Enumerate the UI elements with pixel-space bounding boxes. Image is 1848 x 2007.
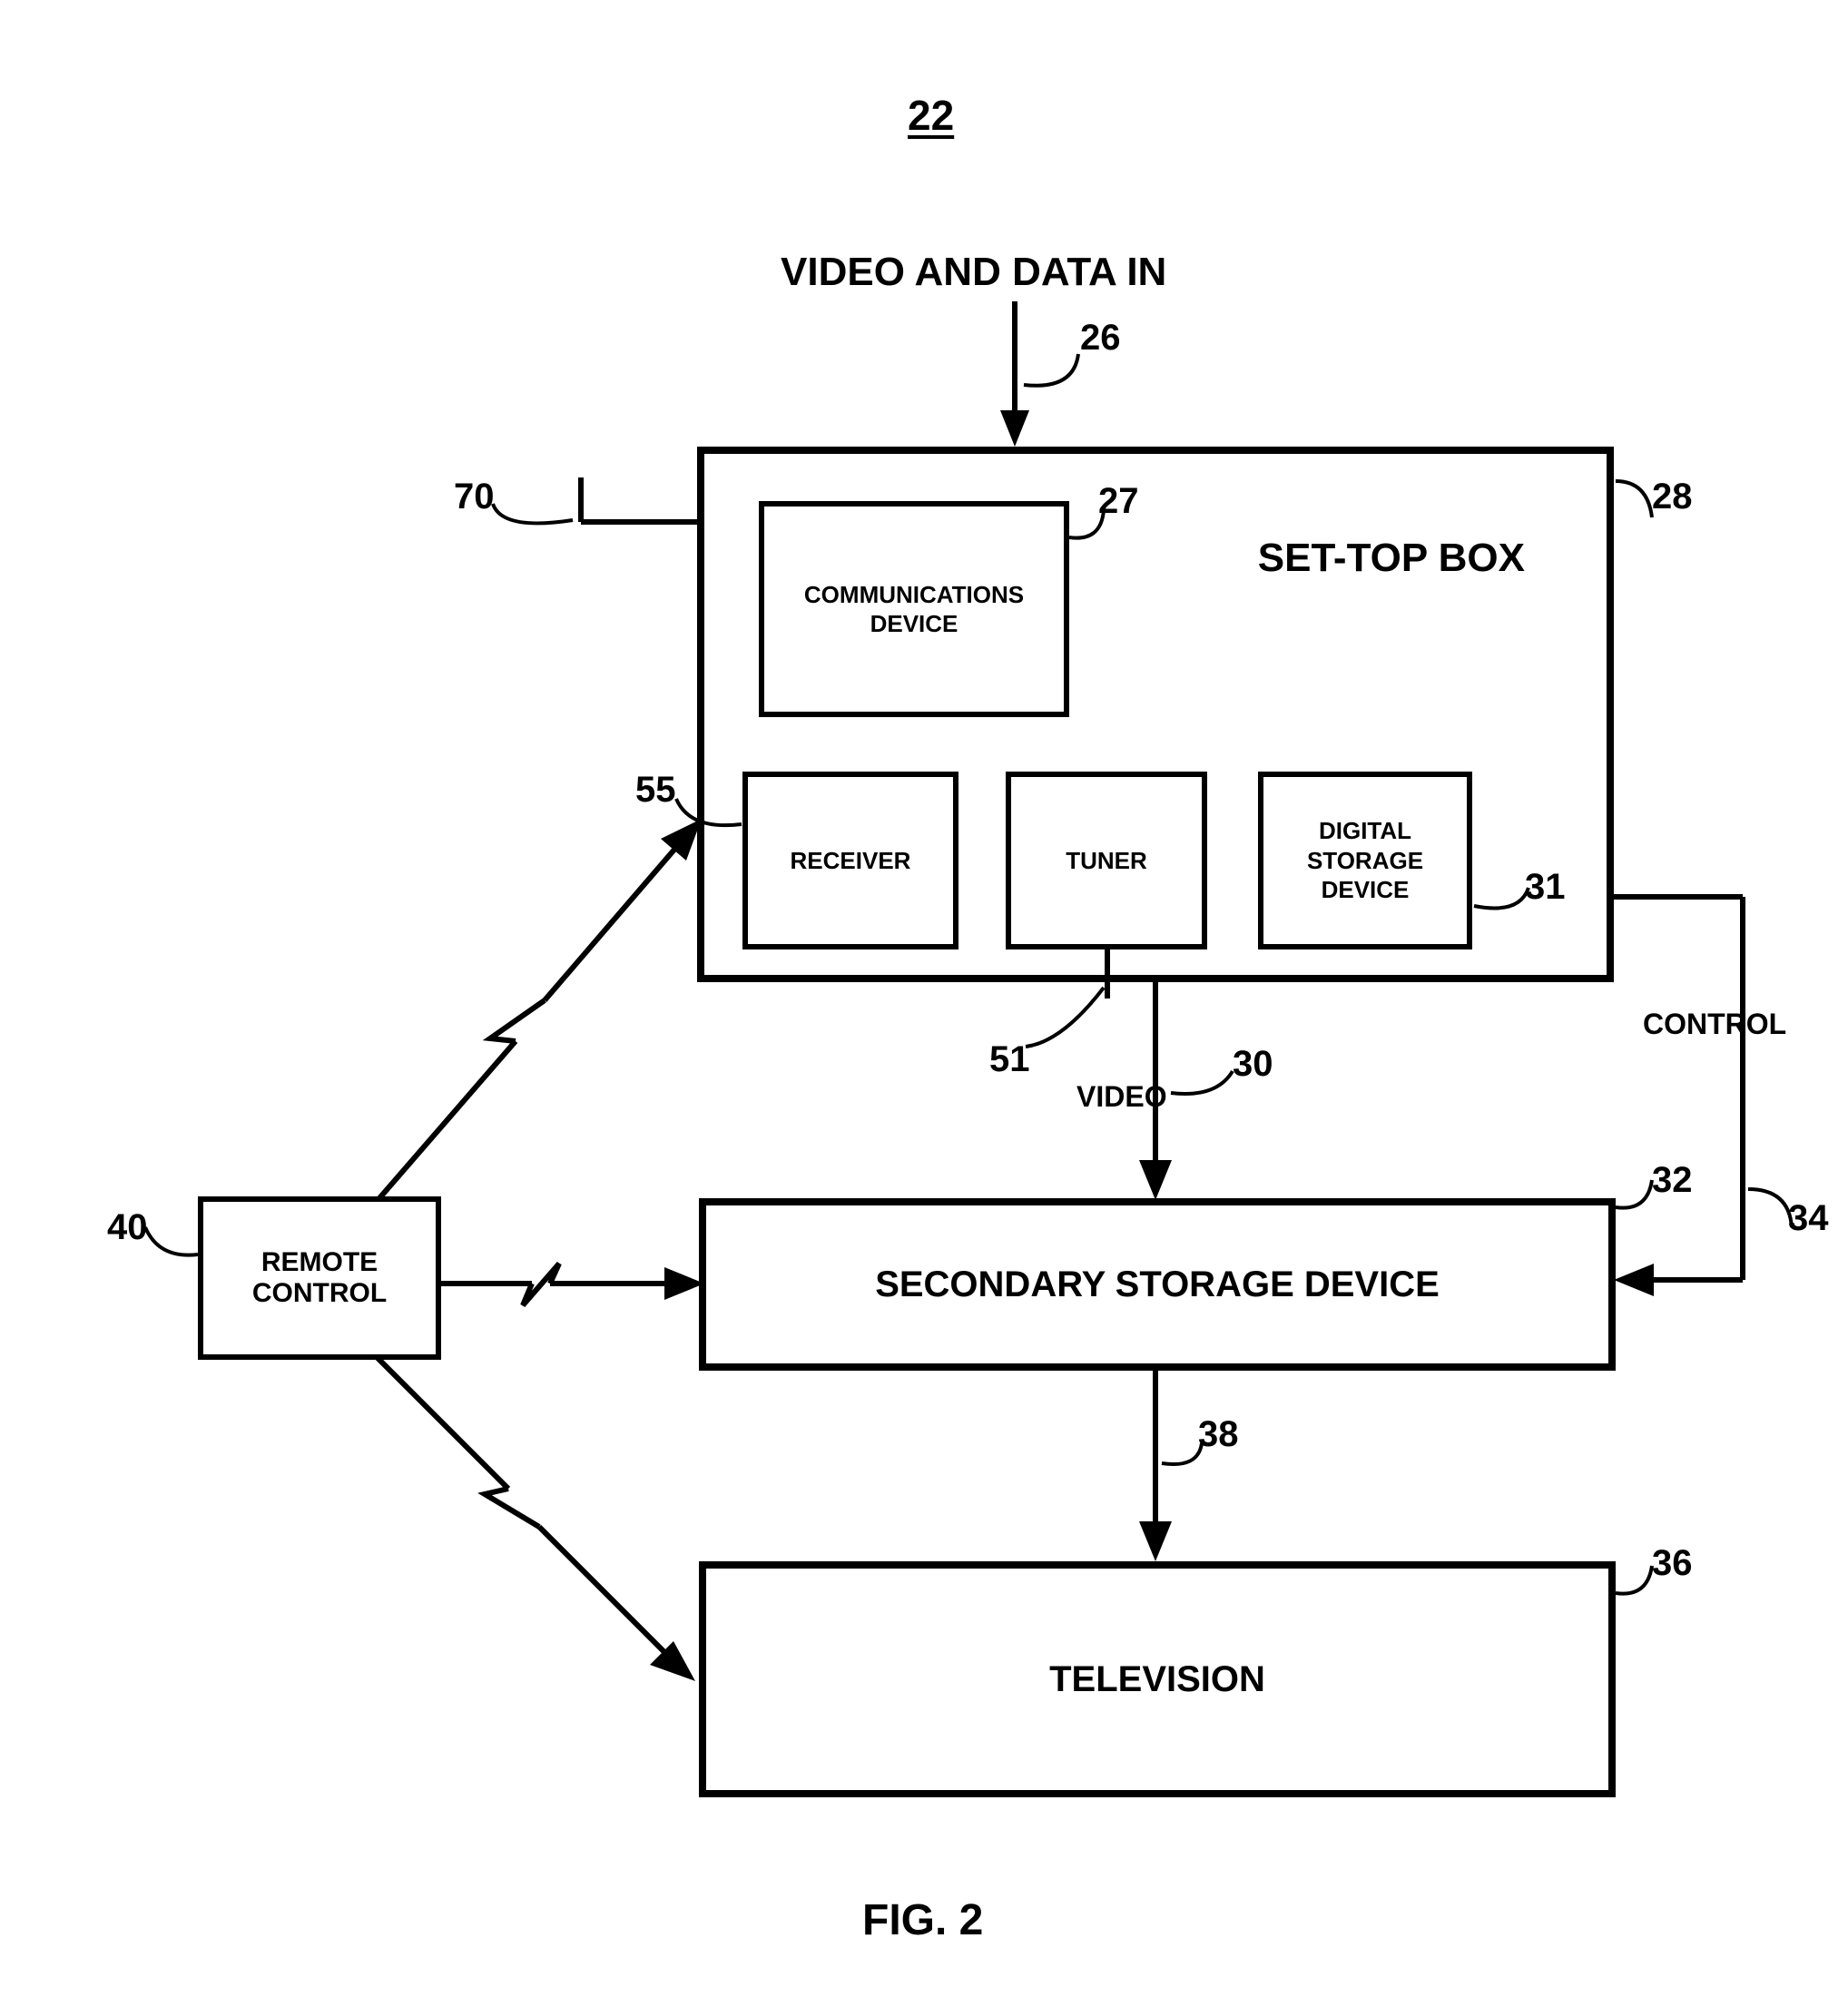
ref-51: 51 bbox=[989, 1039, 1030, 1080]
ref-36: 36 bbox=[1652, 1543, 1693, 1584]
secondary-storage-box: SECONDARY STORAGE DEVICE bbox=[699, 1198, 1616, 1371]
ref-55: 55 bbox=[635, 770, 676, 811]
diagram-canvas: 22 VIDEO AND DATA IN 26 SET-TOP BOX 28 C… bbox=[0, 0, 1848, 2007]
ref-26: 26 bbox=[1080, 318, 1121, 359]
ref-70: 70 bbox=[454, 477, 495, 517]
remote-control-label: REMOTE CONTROL bbox=[203, 1247, 436, 1310]
television-label: TELEVISION bbox=[1049, 1658, 1265, 1700]
figure-caption: FIG. 2 bbox=[862, 1895, 983, 1945]
digital-storage-label: DIGITAL STORAGE DEVICE bbox=[1263, 816, 1467, 905]
arrow-remote-to-tv bbox=[363, 1353, 726, 1697]
settop-box-title: SET-TOP BOX bbox=[1258, 536, 1525, 581]
receiver-label: RECEIVER bbox=[791, 846, 911, 876]
ref-30: 30 bbox=[1233, 1044, 1273, 1085]
leader-51 bbox=[1026, 988, 1116, 1060]
remote-control-box: REMOTE CONTROL bbox=[198, 1196, 441, 1360]
leader-70 bbox=[493, 504, 575, 549]
ref-34: 34 bbox=[1788, 1198, 1829, 1239]
arrow-remote-to-settop bbox=[370, 801, 733, 1207]
control-line-label: CONTROL bbox=[1643, 1008, 1786, 1041]
ref-28: 28 bbox=[1652, 477, 1693, 517]
figure-number: 22 bbox=[908, 91, 954, 140]
antenna-line bbox=[508, 445, 708, 626]
ref-31: 31 bbox=[1525, 867, 1566, 908]
video-data-in-label: VIDEO AND DATA IN bbox=[781, 250, 1166, 295]
receiver-box: RECEIVER bbox=[742, 772, 958, 949]
communications-device-label: COMMUNICATIONS DEVICE bbox=[764, 580, 1064, 639]
secondary-storage-label: SECONDARY STORAGE DEVICE bbox=[875, 1264, 1440, 1305]
arrow-secondary-to-tv bbox=[1146, 1371, 1165, 1561]
communications-device-box: COMMUNICATIONS DEVICE bbox=[759, 501, 1069, 717]
arrow-video-data-in bbox=[1006, 301, 1024, 447]
television-box: TELEVISION bbox=[699, 1561, 1616, 1797]
arrow-remote-to-secondary bbox=[441, 1264, 713, 1318]
digital-storage-box: DIGITAL STORAGE DEVICE bbox=[1258, 772, 1472, 949]
control-line bbox=[1607, 890, 1788, 1316]
ref-40: 40 bbox=[107, 1207, 148, 1248]
ref-27: 27 bbox=[1098, 481, 1139, 522]
ref-38: 38 bbox=[1198, 1414, 1239, 1455]
ref-32: 32 bbox=[1652, 1160, 1693, 1201]
tuner-box: TUNER bbox=[1006, 772, 1207, 949]
video-line-label: VIDEO bbox=[1076, 1080, 1167, 1114]
tuner-label: TUNER bbox=[1066, 846, 1147, 876]
leader-26 bbox=[1024, 354, 1087, 408]
